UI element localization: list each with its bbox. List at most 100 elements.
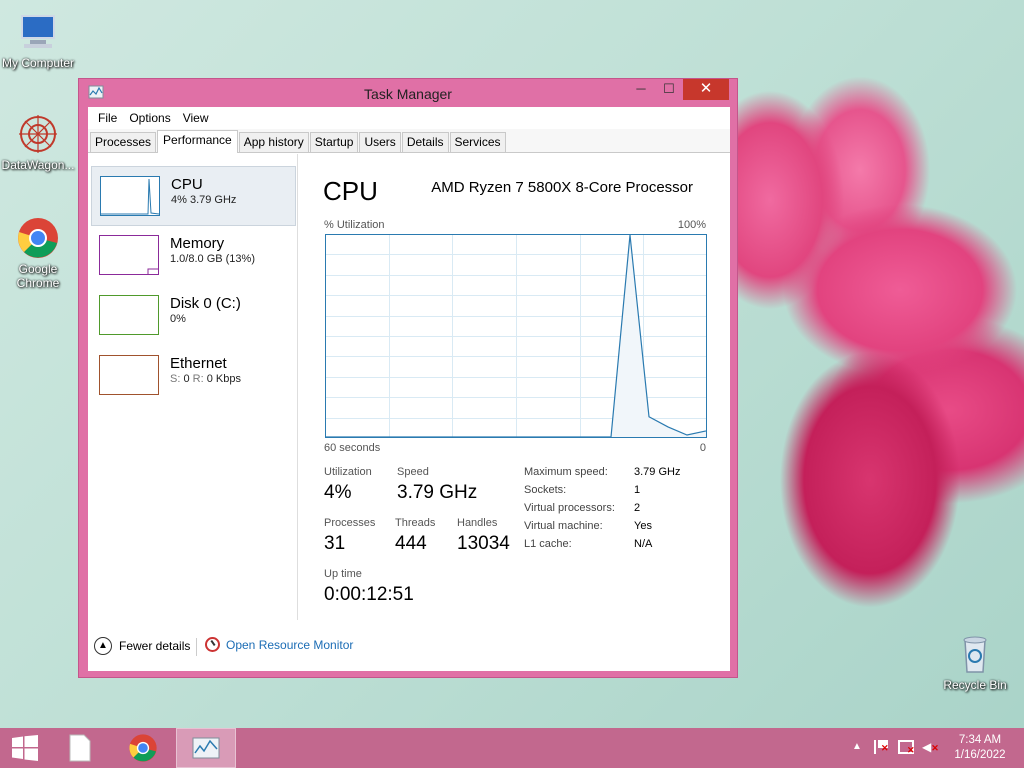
utilization-axis-max: 100% xyxy=(677,219,706,231)
window-client: File Options View Processes Performance … xyxy=(88,107,730,671)
utilization-axis-label: % Utilization xyxy=(324,219,385,231)
send-label: S: xyxy=(170,373,181,385)
tab-details[interactable]: Details xyxy=(401,132,449,152)
detail-key: L1 cache: xyxy=(524,538,572,550)
send-value: 0 xyxy=(183,373,190,385)
utilization-label: Utilization xyxy=(324,466,372,478)
recycle-bin-icon xyxy=(953,632,997,676)
windows-logo-icon xyxy=(12,735,38,761)
detail-key: Virtual processors: xyxy=(524,502,615,514)
action-center-icon[interactable]: ✕ xyxy=(874,740,889,754)
title-bar[interactable]: Task Manager ─ ☐ ✕ xyxy=(79,79,737,107)
clock[interactable]: 7:34 AM 1/16/2022 xyxy=(946,733,1014,763)
detail-value: Yes xyxy=(634,520,652,532)
datawagon-icon xyxy=(16,112,60,156)
memory-thumbnail-graph xyxy=(99,235,159,275)
desktop-icon-my-computer[interactable]: My Computer xyxy=(0,10,76,70)
document-icon xyxy=(69,734,91,762)
sidebar-item-label: CPU xyxy=(171,176,203,193)
cpu-panel: CPU AMD Ryzen 7 5800X 8-Core Processor %… xyxy=(318,154,718,620)
sidebar-item-sub: 4% 3.79 GHz xyxy=(171,194,237,206)
processes-value: 31 xyxy=(324,533,346,554)
speed-value: 3.79 GHz xyxy=(397,482,478,503)
sidebar-item-label: Ethernet xyxy=(170,355,227,372)
sidebar-item-cpu[interactable]: CPU 4% 3.79 GHz xyxy=(91,166,296,226)
detail-key: Virtual machine: xyxy=(524,520,603,532)
footer-bar: ▲ Fewer details Open Resource Monitor xyxy=(88,627,730,671)
taskbar-chrome[interactable] xyxy=(113,728,173,768)
clock-date: 1/16/2022 xyxy=(954,749,1006,761)
threads-label: Threads xyxy=(395,517,436,529)
processes-label: Processes xyxy=(324,517,376,529)
tab-services[interactable]: Services xyxy=(449,132,506,152)
tab-startup[interactable]: Startup xyxy=(309,132,359,152)
disk-thumbnail-graph xyxy=(99,295,159,335)
chrome-icon xyxy=(16,216,60,260)
task-manager-icon xyxy=(192,737,220,759)
tab-users[interactable]: Users xyxy=(359,132,401,152)
sidebar-item-label: Disk 0 (C:) xyxy=(170,295,241,312)
desktop-icon-recycle-bin[interactable]: Recycle Bin xyxy=(937,632,1013,692)
computer-icon xyxy=(16,10,60,54)
chrome-icon xyxy=(129,734,157,762)
chevron-up-icon: ▲ xyxy=(94,637,112,655)
task-manager-window: Task Manager ─ ☐ ✕ File Options View Pro… xyxy=(78,78,738,678)
desktop-icon-datawagon[interactable]: DataWagon... xyxy=(0,112,76,172)
resource-monitor-icon xyxy=(205,637,220,652)
detail-value: 3.79 GHz xyxy=(634,466,681,478)
threads-value: 444 xyxy=(395,533,427,554)
minimize-button[interactable]: ─ xyxy=(627,79,655,100)
footer-divider xyxy=(196,638,197,656)
detail-value: 1 xyxy=(634,484,641,496)
sidebar-item-sub: S: 0 R: 0 Kbps xyxy=(170,373,241,385)
detail-value: 2 xyxy=(634,502,641,514)
open-resource-monitor-link[interactable]: Open Resource Monitor xyxy=(205,637,353,652)
start-button[interactable] xyxy=(0,728,50,768)
time-axis-right: 0 xyxy=(699,442,706,454)
open-resource-monitor-label: Open Resource Monitor xyxy=(226,637,354,652)
fewer-details-label: Fewer details xyxy=(119,639,191,653)
cpu-utilization-graph xyxy=(325,234,707,438)
uptime-value: 0:00:12:51 xyxy=(324,584,414,605)
processor-name: AMD Ryzen 7 5800X 8-Core Processor xyxy=(431,179,693,196)
cpu-heading: CPU xyxy=(323,176,378,206)
sidebar-item-memory[interactable]: Memory 1.0/8.0 GB (13%) xyxy=(91,226,296,286)
clock-time: 7:34 AM xyxy=(958,734,1002,746)
taskbar: ▲ ✕ ✕ ◀✕ 7:34 AM 1/16/2022 xyxy=(0,728,1024,768)
menu-view[interactable]: View xyxy=(177,111,215,125)
tab-performance[interactable]: Performance xyxy=(157,130,238,153)
menu-file[interactable]: File xyxy=(92,111,123,125)
performance-sidebar: CPU 4% 3.79 GHz Memory 1.0/8.0 GB (13%) … xyxy=(88,154,298,620)
receive-value: 0 Kbps xyxy=(206,373,241,385)
cpu-thumbnail-graph xyxy=(100,176,160,216)
desktop-icon-label: My Computer xyxy=(1,56,75,70)
fewer-details-button[interactable]: ▲ Fewer details xyxy=(94,637,190,655)
tab-app-history[interactable]: App history xyxy=(238,132,309,152)
uptime-label: Up time xyxy=(324,568,362,580)
ethernet-thumbnail-graph xyxy=(99,355,159,395)
show-hidden-icons-button[interactable]: ▲ xyxy=(852,741,862,752)
close-button[interactable]: ✕ xyxy=(683,79,729,100)
maximize-button[interactable]: ☐ xyxy=(655,79,683,100)
taskbar-task-manager[interactable] xyxy=(176,728,236,768)
detail-key: Sockets: xyxy=(524,484,567,496)
receive-label: R: xyxy=(192,373,204,385)
volume-muted-icon[interactable]: ◀✕ xyxy=(922,740,939,754)
sidebar-item-disk[interactable]: Disk 0 (C:) 0% xyxy=(91,286,296,346)
menu-options[interactable]: Options xyxy=(123,111,176,125)
time-axis-left: 60 seconds xyxy=(324,442,381,454)
network-icon[interactable]: ✕ xyxy=(898,740,915,755)
speed-label: Speed xyxy=(397,466,429,478)
detail-key: Maximum speed: xyxy=(524,466,608,478)
sidebar-item-sub: 0% xyxy=(170,313,186,325)
utilization-value: 4% xyxy=(324,482,352,503)
desktop-icon-chrome[interactable]: Google Chrome xyxy=(0,216,76,290)
handles-label: Handles xyxy=(457,517,498,529)
desktop-icon-label: DataWagon... xyxy=(1,158,75,172)
tab-processes[interactable]: Processes xyxy=(90,132,157,152)
sidebar-item-ethernet[interactable]: Ethernet S: 0 R: 0 Kbps xyxy=(91,346,296,406)
taskbar-file-explorer[interactable] xyxy=(50,728,110,768)
sidebar-item-label: Memory xyxy=(170,235,225,252)
desktop-icon-label: Google Chrome xyxy=(16,262,60,290)
handles-value: 13034 xyxy=(457,533,510,554)
